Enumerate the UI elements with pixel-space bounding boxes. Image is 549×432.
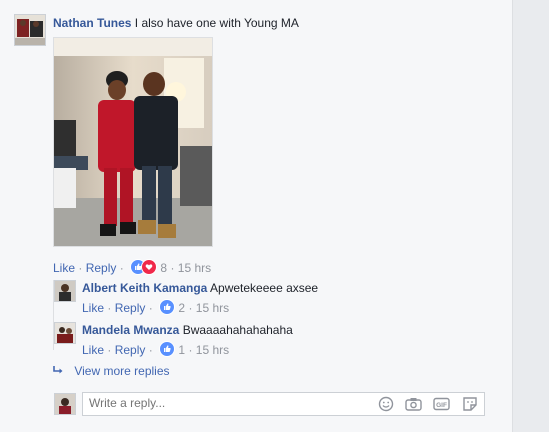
- svg-text:GIF: GIF: [436, 402, 447, 409]
- like-reaction-icon: [159, 299, 176, 315]
- reaction-count[interactable]: 1: [178, 343, 185, 357]
- separator: ·: [107, 343, 112, 357]
- reply-link[interactable]: Reply: [115, 301, 146, 315]
- sticker-icon[interactable]: [461, 396, 478, 412]
- comment-actions: Like · Reply · 8 · 15 hrs: [53, 259, 211, 278]
- reaction-count[interactable]: 2: [178, 301, 185, 315]
- reply-link[interactable]: Reply: [115, 343, 146, 357]
- separator: ·: [188, 343, 193, 357]
- timestamp[interactable]: 15 hrs: [178, 261, 211, 275]
- separator: ·: [170, 261, 175, 275]
- reply-composer: GIF: [82, 392, 485, 416]
- reaction-count[interactable]: 8: [160, 261, 167, 275]
- timestamp[interactable]: 15 hrs: [196, 343, 229, 357]
- reply-body: Mandela Mwanza Bwaaaahahahahaha: [82, 323, 293, 337]
- avatar[interactable]: [14, 14, 46, 46]
- like-link[interactable]: Like: [53, 261, 75, 275]
- separator: ·: [148, 301, 153, 315]
- reply-actions: Like · Reply · 1 · 15 hrs: [82, 341, 229, 360]
- separator: ·: [78, 261, 83, 275]
- separator: ·: [107, 301, 112, 315]
- avatar[interactable]: [54, 280, 76, 302]
- reply-author[interactable]: Mandela Mwanza: [82, 323, 179, 337]
- reply-link[interactable]: Reply: [86, 261, 117, 275]
- composer-icons: GIF: [377, 396, 478, 412]
- reactions[interactable]: [159, 299, 176, 318]
- avatar[interactable]: [54, 322, 76, 344]
- reply-author[interactable]: Albert Keith Kamanga: [82, 281, 207, 295]
- separator: ·: [148, 343, 153, 357]
- love-reaction-icon: [141, 259, 158, 275]
- emoji-icon[interactable]: [377, 396, 394, 412]
- gif-icon[interactable]: GIF: [433, 396, 450, 412]
- separator: ·: [119, 261, 124, 275]
- like-link[interactable]: Like: [82, 301, 104, 315]
- timestamp[interactable]: 15 hrs: [196, 301, 229, 315]
- comment-text: I also have one with Young MA: [134, 16, 299, 30]
- comment-photo[interactable]: [53, 37, 213, 247]
- current-user-avatar: [54, 393, 76, 415]
- like-reaction-icon: [159, 341, 176, 357]
- reply-text: Bwaaaahahahahaha: [182, 323, 293, 337]
- camera-icon[interactable]: [405, 396, 422, 412]
- like-link[interactable]: Like: [82, 343, 104, 357]
- reply-body: Albert Keith Kamanga Apwetekeeee axsee: [82, 281, 318, 295]
- comment-panel: Nathan Tunes I also have one with Young …: [0, 0, 512, 432]
- reply-text: Apwetekeeee axsee: [210, 281, 319, 295]
- reactions[interactable]: [130, 259, 158, 278]
- view-more-replies[interactable]: View more replies: [53, 364, 170, 379]
- comment-body: Nathan Tunes I also have one with Young …: [53, 16, 299, 30]
- reply-arrow-icon: [53, 365, 65, 379]
- separator: ·: [188, 301, 193, 315]
- comment-author[interactable]: Nathan Tunes: [53, 16, 131, 30]
- right-sidebar-edge: [512, 0, 549, 432]
- reply-input[interactable]: [83, 393, 359, 413]
- view-more-label[interactable]: View more replies: [74, 364, 169, 378]
- reactions[interactable]: [159, 341, 176, 360]
- reply-actions: Like · Reply · 2 · 15 hrs: [82, 299, 229, 318]
